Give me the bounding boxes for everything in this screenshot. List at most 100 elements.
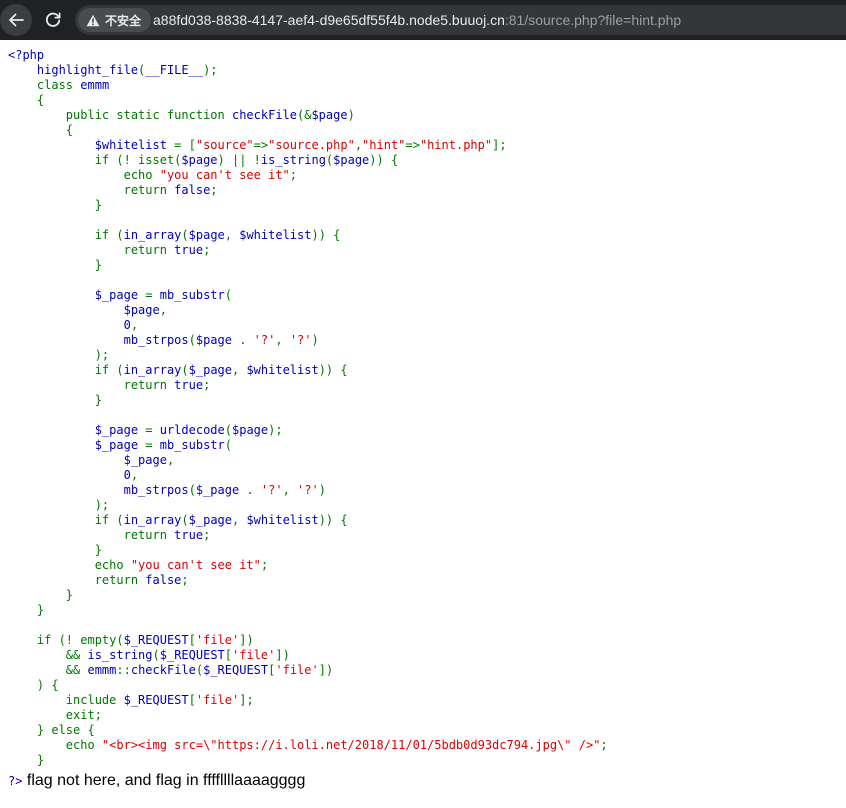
code-line: ); [8,498,608,513]
code-token: $_page [8,288,146,302]
code-token: { [65,123,74,137]
code-token: if ( [94,228,124,242]
code-token: . [239,333,254,347]
code-token: ) [311,333,319,347]
code-token: mb_strpos [8,333,189,347]
security-chip[interactable]: 不安全 [78,8,152,32]
code-token: ; [203,528,211,542]
code-token: ); [203,63,218,77]
code-line: return false; [8,183,608,198]
code-token: ( [188,333,196,347]
code-token: 0 [8,468,131,482]
code-token: return [123,378,175,392]
output-message: flag not here, and flag in ffffllllaaaag… [26,772,306,789]
code-token: $_REQUEST [123,693,189,707]
code-token: true [174,528,204,542]
code-token: ); [94,348,110,362]
code-line: mb_strpos($page . '?', '?') [8,333,608,348]
code-token: $whitelist [239,228,312,242]
code-token: ( [188,483,196,497]
code-token: ( [181,363,189,377]
code-token: $_REQUEST [123,633,189,647]
code-line: { [8,93,608,108]
code-token: ; [210,183,218,197]
code-token: ) [318,483,326,497]
code-token: $whitelist [246,513,319,527]
back-button[interactable] [0,4,32,36]
code-token: $page [311,108,348,122]
browser-toolbar: 不安全 a88fd038-8838-4147-aef4-d9e65df55f4b… [0,0,846,40]
code-token: $_REQUEST [159,648,225,662]
code-token: true [174,243,204,257]
code-token: false [174,183,211,197]
url-text[interactable]: a88fd038-8838-4147-aef4-d9e65df55f4b.nod… [153,12,681,28]
code-line: } [8,753,608,768]
code-token: urldecode [159,423,225,437]
url-host: a88fd038-8838-4147-aef4-d9e65df55f4b.nod… [153,12,505,28]
code-token: , [232,513,247,527]
code-token: = [145,438,160,452]
code-token: emmm [80,78,110,92]
code-token: return [123,243,175,257]
code-line: highlight_file(__FILE__); [8,63,608,78]
code-token: ; [203,378,211,392]
code-line: if (! isset($page) || !is_string($page))… [8,153,608,168]
reload-icon [46,12,61,27]
code-line: echo "<br><img src=\"https://i.loli.net/… [8,738,608,753]
code-token: && [65,663,88,677]
code-token: => [253,138,269,152]
code-line: 0, [8,318,608,333]
address-bar[interactable]: 不安全 a88fd038-8838-4147-aef4-d9e65df55f4b… [75,5,846,35]
code-line: $whitelist = ["source"=>"source.php","hi… [8,138,608,153]
code-token: && [65,648,88,662]
code-token: $page [333,153,370,167]
code-line: $page, [8,303,608,318]
code-token: "you can't see it" [159,168,290,182]
code-token: , [275,333,290,347]
code-token: :: [116,663,131,677]
code-line: && emmm::checkFile($_REQUEST['file']) [8,663,608,678]
code-token: ( [181,513,189,527]
code-line: if (! empty($_REQUEST['file']) [8,633,608,648]
code-token: } else { [36,723,95,737]
code-token: )) { [318,513,348,527]
code-token: $_page [188,513,232,527]
code-token: return [94,573,146,587]
code-token: in_array [123,513,182,527]
code-line: } [8,603,608,618]
code-line: include $_REQUEST['file']; [8,693,608,708]
code-token: ); [268,423,283,437]
code-token: ( [181,228,189,242]
code-token: "you can't see it" [130,558,261,572]
code-token: , [354,138,363,152]
code-line: return false; [8,573,608,588]
code-token: $page [8,303,160,317]
code-token: } [36,603,45,617]
code-token: mb_substr [159,288,225,302]
code-token: emmm [87,663,117,677]
code-token: [ [188,633,196,647]
code-line: } else { [8,723,608,738]
code-line: ) { [8,678,608,693]
code-token: ; [289,168,297,182]
warning-triangle-icon [86,14,100,26]
code-token: $_page [8,438,146,452]
code-line: return true; [8,528,608,543]
reload-button[interactable] [37,4,69,36]
code-token: , [130,318,139,332]
code-token: is_string [260,153,326,167]
code-token: , [282,483,298,497]
code-line: public static function checkFile(&$page) [8,108,608,123]
code-token: if (! isset( [94,153,182,167]
